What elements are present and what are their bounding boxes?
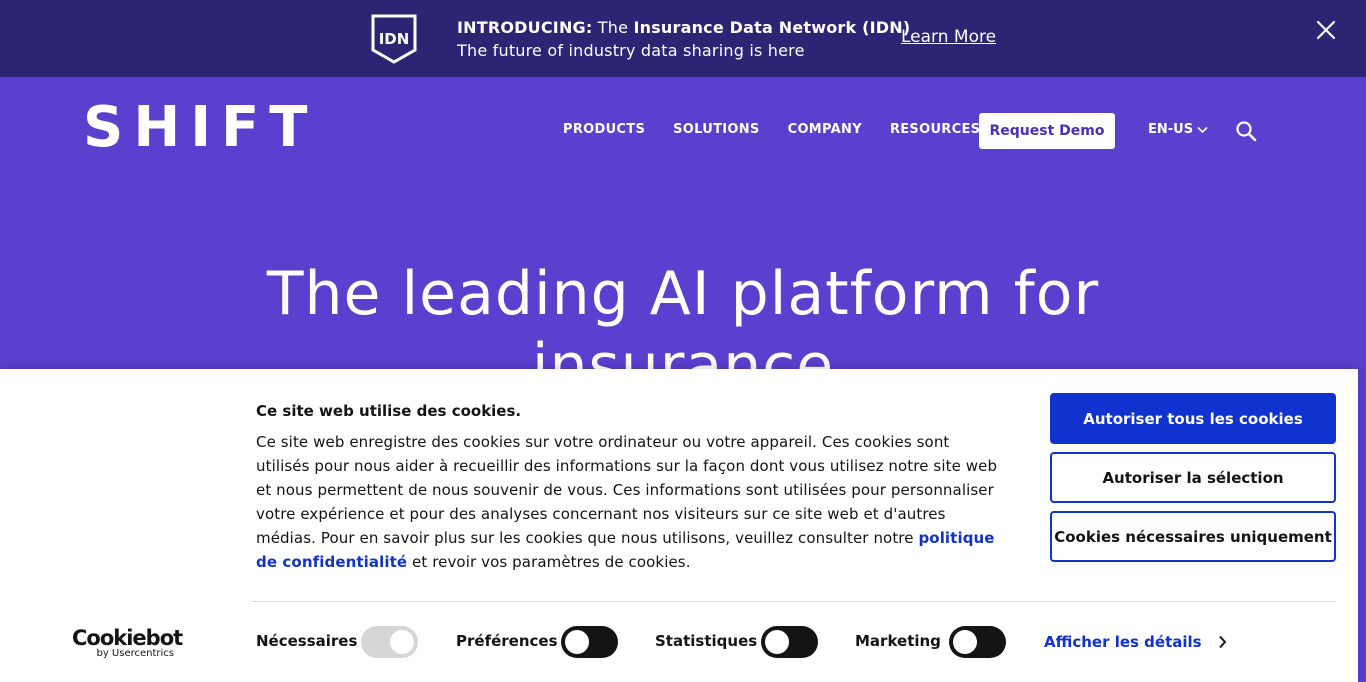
chevron-down-icon	[1197, 126, 1208, 133]
toggle-label-necessary: Nécessaires	[256, 632, 358, 650]
nav-solutions[interactable]: SOLUTIONS	[673, 122, 760, 137]
allow-all-cookies-button[interactable]: Autoriser tous les cookies	[1050, 393, 1336, 444]
announcement-bar: IDN INTRODUCING: The Insurance Data Netw…	[0, 0, 1366, 77]
announcement-subtitle: The future of industry data sharing is h…	[457, 41, 805, 60]
allow-selection-button[interactable]: Autoriser la sélection	[1050, 452, 1336, 503]
chevron-right-icon	[1218, 635, 1226, 649]
toggle-statistics[interactable]	[761, 626, 818, 658]
toggle-label-preferences: Préférences	[456, 632, 558, 650]
main-nav: PRODUCTS SOLUTIONS COMPANY RESOURCES	[563, 122, 1008, 137]
necessary-cookies-only-button[interactable]: Cookies nécessaires uniquement	[1050, 511, 1336, 562]
site-logo[interactable]: SHIFT	[83, 100, 318, 156]
cookie-title: Ce site web utilise des cookies.	[256, 402, 522, 420]
search-icon[interactable]	[1235, 120, 1257, 142]
idn-shield-icon: IDN	[371, 14, 417, 64]
cookiebot-logo: Cookiebot by Usercentrics	[72, 626, 183, 659]
show-details-link[interactable]: Afficher les détails	[1044, 633, 1227, 651]
cookie-description: Ce site web enregistre des cookies sur v…	[256, 430, 1006, 574]
announcement-text: INTRODUCING: The Insurance Data Network …	[457, 16, 910, 62]
hero-title-line-1: The leading AI platform for	[266, 259, 1100, 329]
nav-resources[interactable]: RESOURCES	[890, 122, 980, 137]
show-details-label: Afficher les détails	[1044, 633, 1202, 651]
idn-badge-label: IDN	[379, 30, 410, 48]
close-icon[interactable]	[1315, 19, 1337, 41]
cookie-body-text: Ce site web enregistre des cookies sur v…	[256, 433, 998, 547]
intro-the: The	[597, 18, 629, 37]
toggle-preferences[interactable]	[561, 626, 618, 658]
language-label: EN-US	[1148, 122, 1194, 137]
cookie-divider	[251, 601, 1336, 602]
request-demo-button[interactable]: Request Demo	[979, 113, 1115, 149]
toggle-necessary	[361, 626, 418, 658]
cookie-banner: Ce site web utilise des cookies. Ce site…	[0, 369, 1358, 682]
intro-label: INTRODUCING:	[457, 18, 593, 37]
language-selector[interactable]: EN-US	[1148, 122, 1208, 137]
nav-products[interactable]: PRODUCTS	[563, 122, 645, 137]
nav-company[interactable]: COMPANY	[788, 122, 862, 137]
learn-more-link[interactable]: Learn More	[901, 27, 996, 47]
cookiebot-brand: Cookiebot	[72, 626, 183, 650]
intro-name: Insurance Data Network (IDN)	[633, 18, 911, 37]
cookie-body-end: et revoir vos paramètres de cookies.	[412, 553, 691, 571]
toggle-label-marketing: Marketing	[855, 632, 941, 650]
toggle-label-statistics: Statistiques	[655, 632, 758, 650]
toggle-marketing[interactable]	[949, 626, 1006, 658]
